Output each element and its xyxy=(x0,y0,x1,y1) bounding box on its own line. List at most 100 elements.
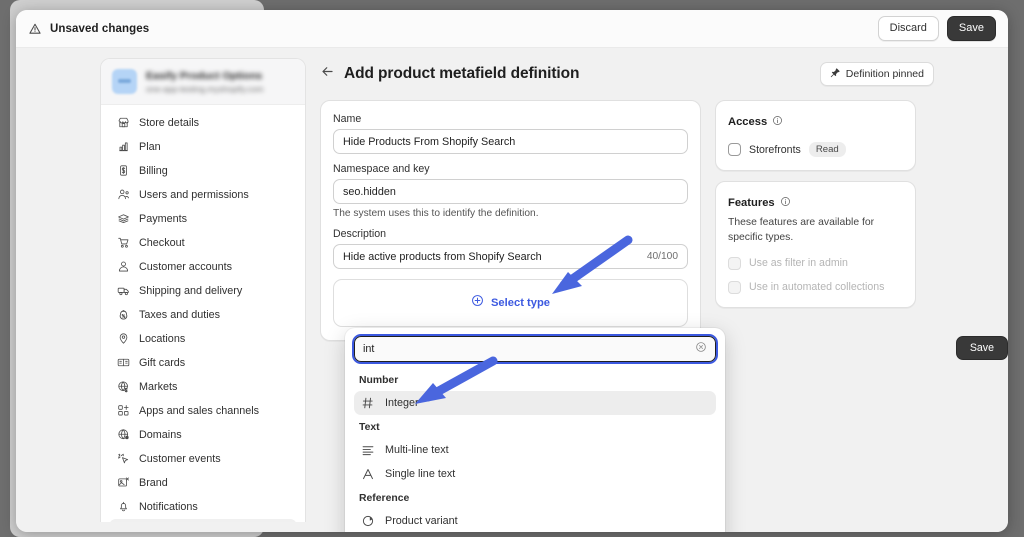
description-field-group: Description Hide active products from Sh… xyxy=(333,228,688,269)
definition-pinned-button[interactable]: Definition pinned xyxy=(819,62,934,86)
namespace-input-value: seo.hidden xyxy=(343,185,396,198)
storefronts-checkbox[interactable] xyxy=(728,143,741,156)
select-type-inner: Select type xyxy=(471,294,550,312)
sidebar-item-label: Gift cards xyxy=(139,356,186,369)
type-group-label: Number xyxy=(359,375,399,386)
sidebar-item-label: Payments xyxy=(139,212,188,225)
sidebar-item-label: Checkout xyxy=(139,236,185,249)
bell-icon xyxy=(117,500,130,513)
pin-icon xyxy=(117,332,130,345)
letter-a-icon xyxy=(361,467,375,481)
storefronts-label: Storefronts xyxy=(749,143,801,156)
plan-icon xyxy=(117,140,130,153)
type-option-integer[interactable]: Integer xyxy=(354,391,716,415)
left-column: Name Hide Products From Shopify Search N… xyxy=(320,100,701,341)
billing-icon xyxy=(117,164,130,177)
use-as-filter-checkbox xyxy=(728,256,741,270)
select-type-button[interactable]: Select type xyxy=(333,279,688,327)
namespace-field-label: Namespace and key xyxy=(333,163,430,175)
description-input-value: Hide active products from Shopify Search xyxy=(343,250,542,263)
sidebar-item-custom-data[interactable]: Custom data xyxy=(109,519,297,522)
select-type-label: Select type xyxy=(490,297,551,309)
store-header[interactable]: Easify Product Options one-app-testing.m… xyxy=(101,59,305,105)
clear-circle-icon[interactable] xyxy=(695,340,707,358)
type-search-wrap xyxy=(345,328,725,364)
apps-icon xyxy=(117,404,130,417)
globe-dollar-icon xyxy=(117,380,130,393)
sidebar-item-domains[interactable]: Domains xyxy=(109,423,297,446)
sidebar-item-store-details[interactable]: Store details xyxy=(109,111,297,134)
sidebar-item-markets[interactable]: Markets xyxy=(109,375,297,398)
save-bar-left: Unsaved changes xyxy=(28,22,149,36)
type-picker-popover: Number Integer Text Multi-line text Single l… xyxy=(345,328,725,532)
sidebar-item-checkout[interactable]: Checkout xyxy=(109,231,297,254)
payments-icon xyxy=(117,212,130,225)
sidebar-item-notifications[interactable]: Notifications xyxy=(109,495,297,518)
namespace-help-text: The system uses this to identify the def… xyxy=(333,208,539,219)
sidebar-item-label: Billing xyxy=(139,164,168,177)
type-option-multi-line-text[interactable]: Multi-line text xyxy=(354,438,716,462)
sidebar-item-label: Taxes and duties xyxy=(139,308,221,321)
pin-icon xyxy=(830,67,841,81)
sidebar-item-payments[interactable]: Payments xyxy=(109,207,297,230)
sidebar-item-users-and-permissions[interactable]: Users and permissions xyxy=(109,183,297,206)
brand-image-icon xyxy=(117,476,130,489)
sidebar-item-label: Store details xyxy=(139,116,200,129)
description-char-counter: 40/100 xyxy=(646,251,678,262)
sidebar-item-locations[interactable]: Locations xyxy=(109,327,297,350)
definition-pinned-label: Definition pinned xyxy=(845,68,924,80)
person-icon xyxy=(117,260,130,273)
info-icon[interactable] xyxy=(780,194,791,212)
page-title: Add product metafield definition xyxy=(344,65,580,82)
info-icon[interactable] xyxy=(772,113,783,131)
features-card-title: Features xyxy=(728,197,775,209)
store-name: Easify Product Options xyxy=(146,69,263,82)
name-field-group: Name Hide Products From Shopify Search xyxy=(333,113,688,154)
sidebar-item-shipping-and-delivery[interactable]: Shipping and delivery xyxy=(109,279,297,302)
warning-triangle-icon xyxy=(28,22,42,36)
sidebar-item-apps-and-sales-channels[interactable]: Apps and sales channels xyxy=(109,399,297,422)
sidebar-item-gift-cards[interactable]: Gift cards xyxy=(109,351,297,374)
type-search-box[interactable] xyxy=(352,334,718,364)
back-arrow-icon[interactable] xyxy=(320,64,344,84)
save-definition-button[interactable]: Save xyxy=(955,336,1008,360)
description-input[interactable]: Hide active products from Shopify Search… xyxy=(333,244,688,269)
store-avatar xyxy=(112,69,137,94)
multiline-text-icon xyxy=(361,443,375,457)
features-description: These features are available for specifi… xyxy=(728,217,875,243)
store-identity: Easify Product Options one-app-testing.m… xyxy=(146,70,263,94)
contextual-save-bar: Unsaved changes Discard Save xyxy=(16,10,1008,48)
storefronts-permission-badge: Read xyxy=(808,142,846,157)
name-input[interactable]: Hide Products From Shopify Search xyxy=(333,129,688,154)
sidebar-item-customer-events[interactable]: Customer events xyxy=(109,447,297,470)
discard-button[interactable]: Discard xyxy=(877,15,939,42)
feature-row-collections: Use in automated collections xyxy=(728,280,903,294)
access-card-header: Access xyxy=(728,113,903,131)
sidebar-item-billing[interactable]: Billing xyxy=(109,159,297,182)
sidebar-item-label: Users and permissions xyxy=(139,188,249,201)
app-window: Unsaved changes Discard Save Easify Prod… xyxy=(16,10,1008,532)
access-card: Access Storefronts Read xyxy=(715,100,916,171)
type-option-product-variant[interactable]: Product variant xyxy=(354,509,716,532)
domain-globe-icon xyxy=(117,428,130,441)
features-card: Features These features are available fo… xyxy=(715,181,916,308)
sidebar-item-customer-accounts[interactable]: Customer accounts xyxy=(109,255,297,278)
sidebar-item-brand[interactable]: Brand xyxy=(109,471,297,494)
type-option-single-line-text[interactable]: Single line text xyxy=(354,462,716,486)
sidebar-item-plan[interactable]: Plan xyxy=(109,135,297,158)
use-in-collections-checkbox xyxy=(728,280,741,294)
features-card-header: Features xyxy=(728,194,903,212)
type-option-label: Single line text xyxy=(385,468,456,480)
sidebar-item-taxes-and-duties[interactable]: Taxes and duties xyxy=(109,303,297,326)
sidebar-nav: Store details Plan Billing Users and permis… xyxy=(101,105,305,522)
type-option-label: Integer xyxy=(385,397,419,409)
save-button[interactable]: Save xyxy=(946,15,996,42)
name-input-value: Hide Products From Shopify Search xyxy=(343,135,516,148)
type-search-input[interactable] xyxy=(363,343,689,355)
namespace-input[interactable]: seo.hidden xyxy=(333,179,688,204)
plus-circle-icon xyxy=(471,294,484,312)
features-options: Use as filter in admin Use in automated … xyxy=(728,256,903,294)
sidebar-item-label: Locations xyxy=(139,332,186,345)
description-field-label: Description xyxy=(333,228,386,240)
sidebar-item-label: Domains xyxy=(139,428,182,441)
